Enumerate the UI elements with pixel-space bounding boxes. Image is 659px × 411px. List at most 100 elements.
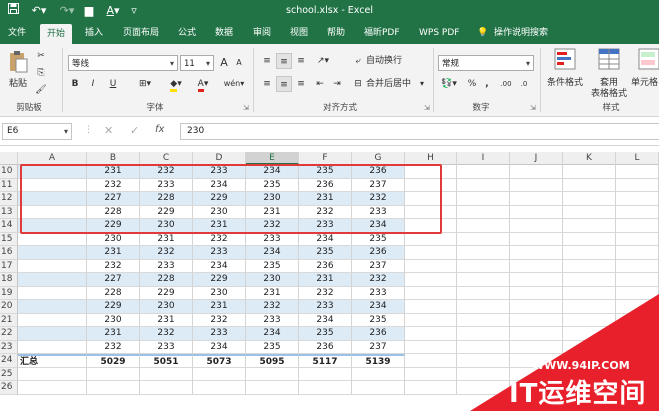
decrease-decimal-icon[interactable]: .0	[516, 76, 532, 92]
cell-B21[interactable]: 230	[87, 313, 140, 327]
cell-H20[interactable]	[405, 300, 457, 314]
cell-A17[interactable]	[18, 259, 87, 273]
cell-F25[interactable]	[299, 367, 352, 381]
cell-D15[interactable]: 232	[193, 232, 246, 246]
italic-button[interactable]: I	[86, 76, 100, 92]
cell-G21[interactable]: 235	[352, 313, 405, 327]
row-header[interactable]: 20	[0, 300, 18, 314]
wrap-text-button[interactable]: 自动换行	[366, 53, 402, 69]
tab-file[interactable]: 文件	[8, 22, 26, 44]
tab-home[interactable]: 开始	[40, 24, 72, 44]
cell-B16[interactable]: 231	[87, 246, 140, 260]
dialog-launcher-icon[interactable]: ⇲	[424, 104, 430, 112]
cell-L18[interactable]	[616, 273, 659, 287]
formula-input[interactable]: 230	[180, 123, 659, 140]
align-center-icon[interactable]: ≡	[276, 76, 292, 92]
cell-H16[interactable]	[405, 246, 457, 260]
cell-F23[interactable]: 236	[299, 340, 352, 354]
align-bottom-icon[interactable]: ≡	[294, 53, 308, 69]
cell-D19[interactable]: 230	[193, 286, 246, 300]
cell-H25[interactable]	[405, 367, 457, 381]
merge-center-button[interactable]: 合并后居中	[366, 76, 411, 92]
row-header[interactable]: 22	[0, 327, 18, 341]
row-header[interactable]: 16	[0, 246, 18, 260]
tab-foxit-pdf[interactable]: 福昕PDF	[364, 22, 400, 44]
cell-J14[interactable]	[510, 219, 563, 233]
cell-E21[interactable]: 233	[246, 313, 299, 327]
cell-F19[interactable]: 232	[299, 286, 352, 300]
cell-A20[interactable]	[18, 300, 87, 314]
font-color-icon[interactable]: A▾	[102, 3, 124, 19]
row-header[interactable]: 26	[0, 381, 18, 395]
cut-icon[interactable]: ✂	[34, 48, 48, 64]
cell-F20[interactable]: 233	[299, 300, 352, 314]
cell-G26[interactable]	[352, 381, 405, 395]
percent-button[interactable]: %	[466, 76, 478, 92]
cell-L17[interactable]	[616, 259, 659, 273]
cell-E19[interactable]: 231	[246, 286, 299, 300]
row-header[interactable]: 17	[0, 259, 18, 273]
column-header-L[interactable]: L	[616, 152, 659, 165]
conditional-format-icon[interactable]	[554, 48, 576, 70]
cell-D23[interactable]: 234	[193, 340, 246, 354]
cell-L10[interactable]	[616, 165, 659, 179]
cell-C19[interactable]: 229	[140, 286, 193, 300]
cell-J18[interactable]	[510, 273, 563, 287]
cell-I15[interactable]	[457, 232, 510, 246]
cell-G23[interactable]: 237	[352, 340, 405, 354]
cell-D16[interactable]: 233	[193, 246, 246, 260]
cell-C23[interactable]: 233	[140, 340, 193, 354]
accounting-icon[interactable]: 💱▾	[438, 76, 460, 92]
cell-A16[interactable]	[18, 246, 87, 260]
cell-E26[interactable]	[246, 381, 299, 395]
cell-C15[interactable]: 231	[140, 232, 193, 246]
tab-view[interactable]: 视图	[290, 22, 308, 44]
cell-D26[interactable]	[193, 381, 246, 395]
cell-F26[interactable]	[299, 381, 352, 395]
cell-E22[interactable]: 234	[246, 327, 299, 341]
cell-D25[interactable]	[193, 367, 246, 381]
cell-B17[interactable]: 232	[87, 259, 140, 273]
column-header-K[interactable]: K	[563, 152, 616, 165]
cell-F15[interactable]: 234	[299, 232, 352, 246]
cell-E15[interactable]: 233	[246, 232, 299, 246]
dialog-launcher-icon[interactable]: ⇲	[243, 104, 249, 112]
cell-I10[interactable]	[457, 165, 510, 179]
cell-J10[interactable]	[510, 165, 563, 179]
select-all-corner[interactable]	[0, 152, 18, 165]
cell-A24[interactable]: 汇总	[18, 354, 87, 368]
underline-button[interactable]: U	[104, 76, 122, 92]
cell-G24[interactable]: 5139	[352, 354, 405, 368]
cell-D20[interactable]: 231	[193, 300, 246, 314]
cell-H24[interactable]	[405, 354, 457, 368]
align-top-icon[interactable]: ≡	[260, 53, 274, 69]
cell-I17[interactable]	[457, 259, 510, 273]
align-middle-icon[interactable]: ≡	[276, 53, 292, 69]
cell-G17[interactable]: 237	[352, 259, 405, 273]
cell-C24[interactable]: 5051	[140, 354, 193, 368]
row-header[interactable]: 24	[0, 354, 18, 368]
cell-A19[interactable]	[18, 286, 87, 300]
row-header[interactable]: 11	[0, 178, 18, 192]
cell-K12[interactable]	[563, 192, 616, 206]
cell-L15[interactable]	[616, 232, 659, 246]
customize-qat-icon[interactable]: ▿	[128, 3, 140, 19]
cell-K11[interactable]	[563, 178, 616, 192]
cell-F21[interactable]: 234	[299, 313, 352, 327]
font-name-dropdown[interactable]: 等线 ▾	[68, 55, 178, 71]
font-size-dropdown[interactable]: 11 ▾	[180, 55, 214, 71]
cell-K15[interactable]	[563, 232, 616, 246]
cell-I18[interactable]	[457, 273, 510, 287]
format-table-button-2[interactable]: 表格格式	[588, 86, 630, 102]
cell-I14[interactable]	[457, 219, 510, 233]
border-icon[interactable]: ⊞▾	[134, 76, 156, 92]
tab-page-layout[interactable]: 页面布局	[123, 22, 159, 44]
cell-C17[interactable]: 233	[140, 259, 193, 273]
increase-indent-icon[interactable]: ⇥	[330, 76, 344, 92]
cell-styles-icon[interactable]	[638, 48, 659, 70]
cell-F22[interactable]: 235	[299, 327, 352, 341]
font-color-icon[interactable]: A▾	[192, 76, 214, 92]
name-box[interactable]: E6 ▾	[2, 123, 72, 140]
cell-A21[interactable]	[18, 313, 87, 327]
redo-icon[interactable]: ↷▾	[56, 3, 78, 19]
